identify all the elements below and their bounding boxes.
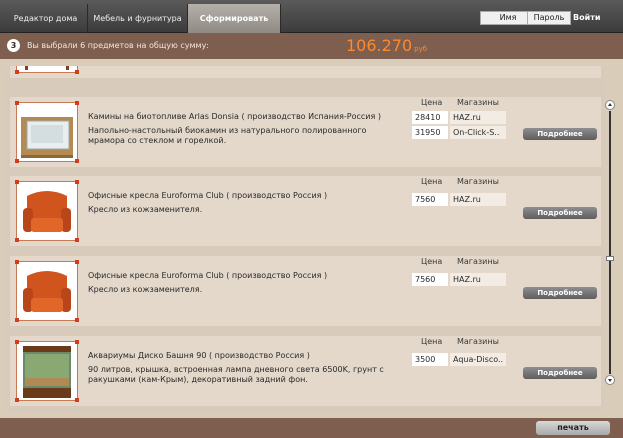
shop-link[interactable]: HAZ.ru — [450, 273, 506, 286]
bottom-bar: печать — [0, 418, 623, 438]
price-cell: 3500 — [412, 353, 448, 366]
shop-link[interactable]: HAZ.ru — [450, 111, 506, 124]
item-title: Офисные кресла Euroforma Club ( производ… — [88, 271, 328, 280]
scroll-thumb[interactable] — [606, 256, 614, 261]
list-item: Цена Магазины Камины на биотопливе Arlas… — [10, 97, 601, 167]
summary-bar: 3 Вы выбрали 6 предметов на общую сумму:… — [0, 33, 623, 59]
price-cell: 7560 — [412, 193, 448, 206]
price-column-header: Цена — [421, 337, 443, 346]
details-button[interactable]: Подробнее — [523, 207, 597, 219]
armchair-image — [23, 271, 71, 312]
shop-link[interactable]: Aqua-Disco.. — [450, 353, 506, 366]
shops-column-header: Магазины — [457, 337, 499, 346]
item-thumbnail — [15, 66, 79, 74]
list-item: Цена Магазины Офисные кресла Euroforma C… — [10, 256, 601, 326]
scroll-down-icon[interactable] — [605, 375, 615, 385]
scroll-up-icon[interactable] — [605, 100, 615, 110]
password-field[interactable]: Пароль — [527, 11, 571, 25]
shops-column-header: Магазины — [457, 177, 499, 186]
item-description: Напольно-настольный биокамин из натураль… — [88, 126, 367, 145]
price-cell: 31950 — [412, 126, 448, 139]
armchair-image — [23, 191, 71, 232]
total-sum: 106.270 руб — [346, 36, 427, 59]
price-column-header: Цена — [421, 177, 443, 186]
item-thumbnail — [15, 101, 79, 163]
vertical-scrollbar[interactable] — [604, 100, 616, 385]
item-description: 90 литров, крышка, встроенная лампа днев… — [88, 365, 384, 384]
tab-generate-report[interactable]: Сформировать отчет — [188, 4, 281, 52]
shops-column-header: Магазины — [457, 98, 499, 107]
price-cell: 28410 — [412, 111, 448, 124]
item-thumbnail — [15, 260, 79, 322]
total-value: 106.270 — [346, 36, 413, 55]
step-number-badge: 3 — [7, 39, 20, 52]
details-button[interactable]: Подробнее — [523, 367, 597, 379]
shop-link[interactable]: HAZ.ru — [450, 193, 506, 206]
list-item — [10, 66, 601, 78]
item-title: Камины на биотопливе Arlas Donsia ( прои… — [88, 112, 381, 121]
list-item: Цена Магазины Офисные кресла Euroforma C… — [10, 176, 601, 246]
details-button[interactable]: Подробнее — [523, 287, 597, 299]
item-thumbnail — [15, 340, 79, 402]
item-title: Аквариумы Диско Башня 90 ( производство … — [88, 351, 310, 360]
details-button[interactable]: Подробнее — [523, 128, 597, 140]
print-button[interactable]: печать — [536, 421, 610, 435]
furniture-image — [25, 66, 69, 70]
scroll-track[interactable] — [609, 111, 611, 374]
tab-furniture[interactable]: Мебель и фурнитура — [88, 4, 188, 33]
item-thumbnail — [15, 180, 79, 242]
fireplace-image — [21, 117, 73, 158]
top-nav-bar: Редактор дома Мебель и фурнитура Сформир… — [0, 0, 623, 52]
currency-label: руб — [414, 45, 428, 53]
item-description: Кресло из кожзаменителя. — [88, 205, 203, 214]
tab-house-editor[interactable]: Редактор дома — [4, 4, 88, 33]
price-cell: 7560 — [412, 273, 448, 286]
item-description: Кресло из кожзаменителя. — [88, 285, 203, 294]
item-title: Офисные кресла Euroforma Club ( производ… — [88, 191, 328, 200]
aquarium-image — [23, 346, 71, 398]
price-column-header: Цена — [421, 98, 443, 107]
summary-text: Вы выбрали 6 предметов на общую сумму: — [27, 41, 209, 50]
shop-link[interactable]: On-Click-S.. — [450, 126, 506, 139]
price-column-header: Цена — [421, 257, 443, 266]
login-button[interactable]: Войти — [573, 11, 600, 25]
items-panel: Цена Магазины Камины на биотопливе Arlas… — [4, 66, 605, 413]
list-item: Цена Магазины Аквариумы Диско Башня 90 (… — [10, 336, 601, 406]
shops-column-header: Магазины — [457, 257, 499, 266]
